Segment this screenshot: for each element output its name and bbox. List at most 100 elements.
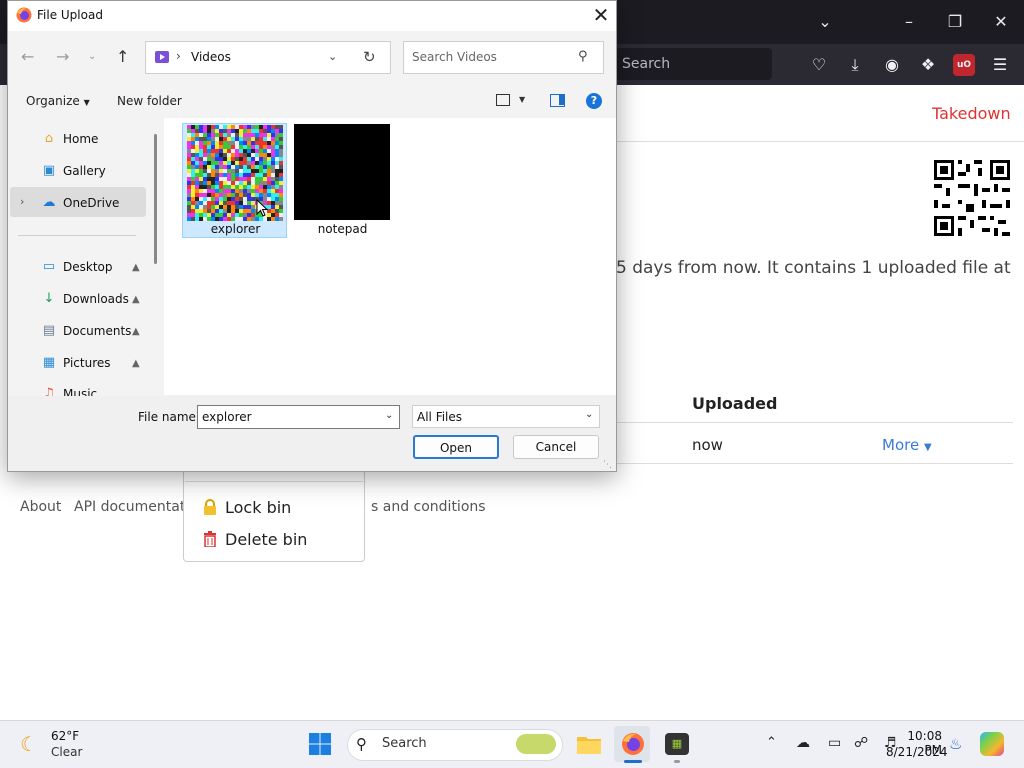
divider [617, 141, 1024, 142]
weather-temp[interactable]: 62°F [51, 729, 79, 743]
back-arrow-icon[interactable]: ← [21, 47, 34, 66]
delete-bin-item[interactable]: Delete bin [225, 530, 307, 549]
close-window-icon[interactable]: ✕ [978, 0, 1024, 44]
nav-item-home[interactable]: Home [63, 132, 98, 146]
file-item-explorer[interactable]: explorer [182, 123, 287, 238]
pin-icon: ▲ [132, 262, 140, 273]
new-folder-button[interactable]: New folder [117, 94, 182, 108]
firefox-icon[interactable] [621, 732, 645, 756]
expand-chevron-icon[interactable]: › [20, 195, 24, 208]
onedrive-offline-icon[interactable]: ☁ [796, 735, 810, 751]
dialog-close-button[interactable]: ✕ [588, 3, 614, 27]
resize-grip-icon[interactable]: ⋱ [603, 460, 612, 470]
nav-scrollbar[interactable] [154, 134, 157, 264]
preview-pane-icon[interactable] [550, 94, 565, 107]
network-icon[interactable]: ☍ [854, 735, 868, 751]
videos-folder-icon [154, 49, 170, 65]
nav-item-music[interactable]: Music [63, 387, 97, 396]
clock-date[interactable]: 8/21/2024 [886, 745, 948, 759]
start-windows-icon[interactable] [308, 732, 332, 756]
nav-item-onedrive[interactable]: OneDrive [63, 196, 119, 210]
nav-item-desktop[interactable]: Desktop [63, 260, 113, 274]
menu-icon[interactable]: ☰ [989, 54, 1011, 76]
nav-item-downloads[interactable]: Downloads [63, 292, 129, 306]
breadcrumb-separator-icon: › [176, 49, 181, 63]
cancel-button[interactable]: Cancel [513, 435, 599, 459]
divider [617, 422, 1013, 423]
moon-weather-icon: ☾ [20, 732, 38, 756]
recent-chevron-icon[interactable]: ⌄ [88, 51, 96, 62]
address-chevron-icon[interactable]: ⌄ [328, 50, 337, 63]
pin-icon: ▲ [132, 294, 140, 305]
app-icon[interactable]: ▦ [665, 733, 689, 755]
dialog-title: File Upload [37, 8, 103, 22]
breadcrumb-videos[interactable]: Videos [191, 50, 231, 64]
minimize-icon[interactable]: – [886, 0, 932, 44]
chevron-down-icon[interactable]: ⌄ [802, 0, 848, 44]
file-name-label: File name: [138, 410, 200, 424]
more-label: More [882, 436, 920, 454]
nav-item-music-clip: ♫ Music [9, 384, 155, 396]
file-name-input[interactable]: explorer [197, 405, 400, 429]
account-icon[interactable]: ◉ [881, 54, 903, 76]
open-button[interactable]: Open [413, 435, 499, 459]
file-label-explorer: explorer [210, 222, 261, 236]
file-label-notepad[interactable]: notepad [290, 222, 395, 236]
takedown-link[interactable]: Takedown [932, 104, 1011, 123]
table-cell-uploaded: now [692, 436, 723, 454]
lock-bin-item[interactable]: Lock bin [225, 498, 291, 517]
navigation-pane [9, 118, 155, 396]
file-type-select[interactable]: All Files [412, 405, 600, 428]
notification-bell-icon[interactable]: ♨ [949, 735, 962, 753]
divider [185, 481, 363, 482]
search-icon: ⚲ [356, 735, 367, 753]
footer-terms-link[interactable]: s and conditions [371, 499, 486, 515]
file-type-chevron-icon[interactable]: ⌄ [585, 409, 593, 420]
ublock-icon[interactable]: uO [953, 54, 975, 76]
address-bar[interactable] [145, 41, 391, 74]
copilot-icon[interactable] [980, 732, 1004, 756]
qr-code [932, 158, 1012, 238]
documents-icon: ▤ [42, 323, 56, 338]
desktop-icon: ▭ [42, 259, 56, 274]
mouse-cursor-icon [256, 198, 269, 221]
music-icon: ♫ [43, 386, 55, 396]
bin-info-text: 5 days from now. It contains 1 uploaded … [616, 258, 1011, 278]
more-dropdown-button[interactable]: More ▼ [882, 436, 932, 454]
file-explorer-icon[interactable] [576, 733, 602, 755]
weather-desc: Clear [51, 745, 83, 759]
notepad-thumbnail[interactable] [294, 124, 390, 220]
lock-icon [202, 499, 218, 515]
explorer-thumbnail [187, 125, 283, 221]
nav-item-documents[interactable]: Documents [63, 324, 131, 338]
firefox-icon [16, 7, 32, 23]
up-arrow-icon[interactable]: ↑ [116, 47, 129, 66]
download-icon[interactable]: ⤓ [844, 54, 866, 76]
browser-search-input[interactable]: Search [614, 48, 772, 80]
downloads-icon: ↓ [43, 291, 55, 306]
refresh-icon[interactable]: ↻ [363, 48, 376, 66]
view-options-icon[interactable] [496, 94, 510, 106]
trash-icon [202, 531, 218, 548]
search-icon: ⚲ [578, 49, 588, 64]
forward-arrow-icon[interactable]: → [56, 47, 69, 66]
chevron-up-icon[interactable]: ⌃ [766, 735, 777, 750]
view-caret-icon[interactable]: ▼ [519, 95, 525, 104]
divider [617, 463, 1013, 464]
display-icon[interactable]: ▭ [828, 735, 841, 751]
organize-button[interactable]: Organize ▼ [26, 94, 90, 108]
nav-divider [18, 235, 136, 236]
nav-item-pictures[interactable]: Pictures [63, 356, 111, 370]
nav-item-gallery[interactable]: Gallery [63, 164, 106, 178]
app-indicator [674, 760, 680, 763]
extensions-icon[interactable]: ❖ [917, 54, 939, 76]
active-app-indicator [624, 760, 642, 763]
pocket-icon[interactable]: ♡ [808, 54, 830, 76]
footer-about-link[interactable]: About [20, 499, 61, 515]
footer-api-link[interactable]: API documentatio [74, 499, 198, 515]
pin-icon: ▲ [132, 358, 140, 369]
file-name-chevron-icon[interactable]: ⌄ [385, 410, 393, 421]
pictures-icon: ▦ [42, 355, 56, 370]
help-icon[interactable]: ? [586, 93, 602, 109]
restore-icon[interactable]: ❐ [932, 0, 978, 44]
